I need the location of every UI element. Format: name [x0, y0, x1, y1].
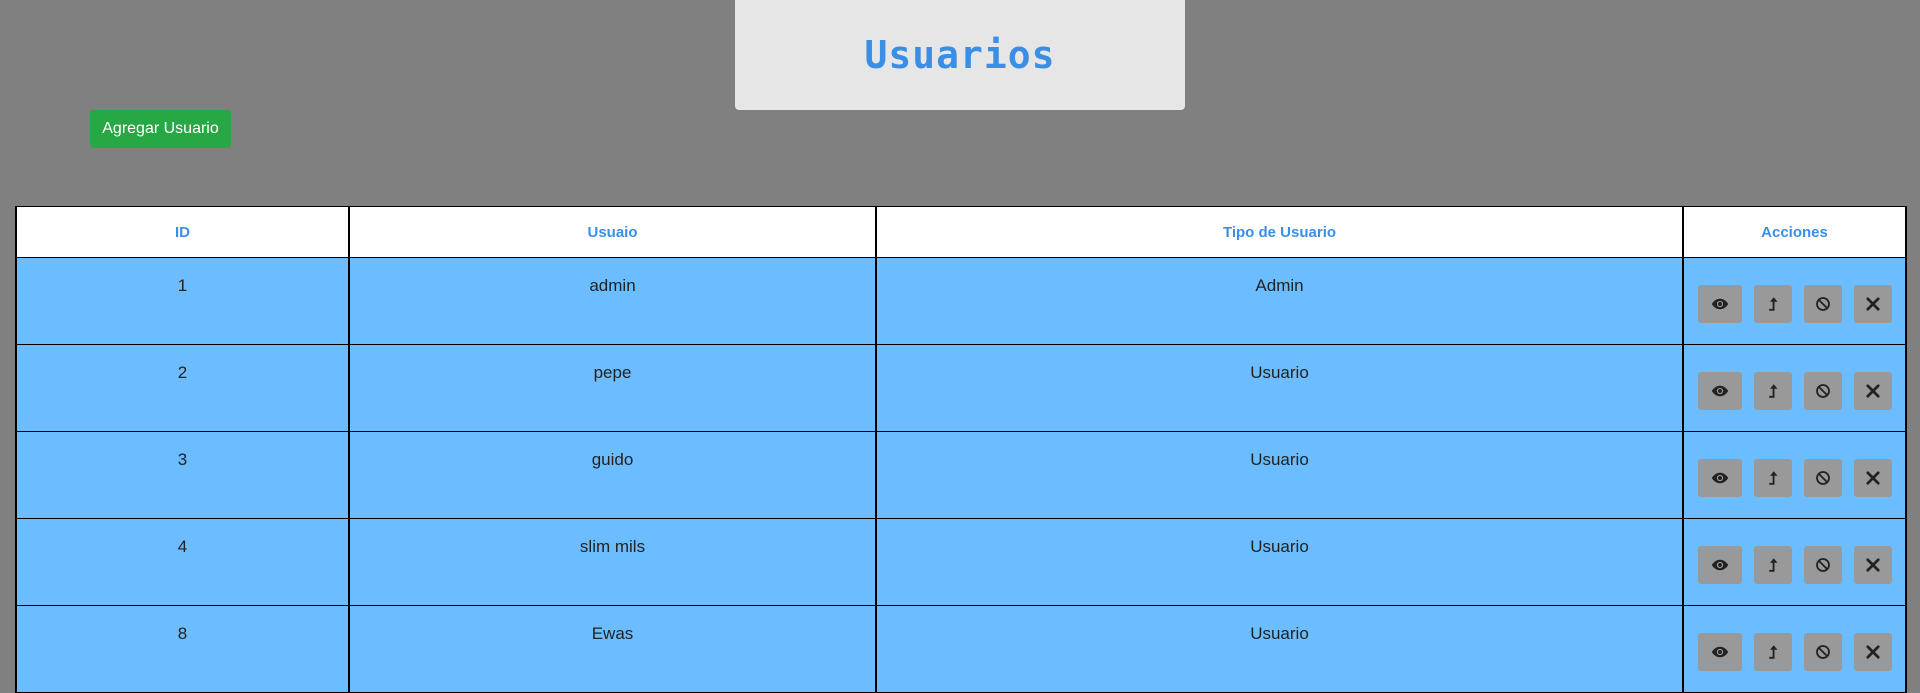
- promote-user-button[interactable]: [1753, 546, 1792, 584]
- column-header-id[interactable]: ID: [15, 206, 350, 258]
- user-id-cell: 4: [15, 518, 350, 606]
- level-up-icon: [1764, 295, 1782, 313]
- table-row: 4 slim mils Usuario: [15, 518, 1907, 606]
- user-name-cell: pepe: [348, 344, 877, 432]
- add-user-button[interactable]: Agregar Usuario: [90, 110, 231, 148]
- view-user-button[interactable]: [1697, 285, 1742, 323]
- user-type-cell: Usuario: [875, 605, 1684, 693]
- times-icon: [1864, 382, 1882, 400]
- user-name-cell: Ewas: [348, 605, 877, 693]
- actions-cell: [1682, 257, 1907, 345]
- user-id-cell: 3: [15, 431, 350, 519]
- delete-user-button[interactable]: [1853, 285, 1892, 323]
- view-user-button[interactable]: [1697, 546, 1742, 584]
- table-row: 8 Ewas Usuario: [15, 605, 1907, 693]
- delete-user-button[interactable]: [1853, 546, 1892, 584]
- table-row: 3 guido Usuario: [15, 431, 1907, 519]
- delete-user-button[interactable]: [1853, 459, 1892, 497]
- block-user-button[interactable]: [1803, 285, 1842, 323]
- eye-icon: [1711, 556, 1729, 574]
- times-icon: [1864, 295, 1882, 313]
- actions-cell: [1682, 344, 1907, 432]
- eye-icon: [1711, 469, 1729, 487]
- table-header-row: ID Usuaio Tipo de Usuario Acciones: [15, 206, 1907, 258]
- delete-user-button[interactable]: [1853, 633, 1892, 671]
- promote-user-button[interactable]: [1753, 372, 1792, 410]
- eye-icon: [1711, 643, 1729, 661]
- user-type-cell: Usuario: [875, 344, 1684, 432]
- level-up-icon: [1764, 382, 1782, 400]
- promote-user-button[interactable]: [1753, 285, 1792, 323]
- times-icon: [1864, 643, 1882, 661]
- column-header-user[interactable]: Usuaio: [348, 206, 877, 258]
- times-icon: [1864, 469, 1882, 487]
- level-up-icon: [1764, 556, 1782, 574]
- block-user-button[interactable]: [1803, 546, 1842, 584]
- view-user-button[interactable]: [1697, 459, 1742, 497]
- eye-icon: [1711, 295, 1729, 313]
- view-user-button[interactable]: [1697, 633, 1742, 671]
- users-table: ID Usuaio Tipo de Usuario Acciones 1 admi…: [15, 206, 1907, 693]
- user-type-cell: Usuario: [875, 431, 1684, 519]
- level-up-icon: [1764, 643, 1782, 661]
- ban-icon: [1814, 295, 1832, 313]
- user-id-cell: 8: [15, 605, 350, 693]
- times-icon: [1864, 556, 1882, 574]
- delete-user-button[interactable]: [1853, 372, 1892, 410]
- user-type-cell: Admin: [875, 257, 1684, 345]
- user-name-cell: slim mils: [348, 518, 877, 606]
- title-card: Usuarios: [735, 0, 1185, 110]
- user-id-cell: 2: [15, 344, 350, 432]
- column-header-type[interactable]: Tipo de Usuario: [875, 206, 1684, 258]
- table-row: 1 admin Admin: [15, 257, 1907, 345]
- ban-icon: [1814, 382, 1832, 400]
- block-user-button[interactable]: [1803, 372, 1842, 410]
- block-user-button[interactable]: [1803, 459, 1842, 497]
- block-user-button[interactable]: [1803, 633, 1842, 671]
- actions-cell: [1682, 431, 1907, 519]
- actions-cell: [1682, 518, 1907, 606]
- promote-user-button[interactable]: [1753, 633, 1792, 671]
- ban-icon: [1814, 643, 1832, 661]
- user-name-cell: admin: [348, 257, 877, 345]
- user-id-cell: 1: [15, 257, 350, 345]
- column-header-actions: Acciones: [1682, 206, 1907, 258]
- view-user-button[interactable]: [1697, 372, 1742, 410]
- user-type-cell: Usuario: [875, 518, 1684, 606]
- table-row: 2 pepe Usuario: [15, 344, 1907, 432]
- promote-user-button[interactable]: [1753, 459, 1792, 497]
- ban-icon: [1814, 469, 1832, 487]
- page-title: Usuarios: [864, 33, 1056, 77]
- ban-icon: [1814, 556, 1832, 574]
- user-name-cell: guido: [348, 431, 877, 519]
- actions-cell: [1682, 605, 1907, 693]
- level-up-icon: [1764, 469, 1782, 487]
- eye-icon: [1711, 382, 1729, 400]
